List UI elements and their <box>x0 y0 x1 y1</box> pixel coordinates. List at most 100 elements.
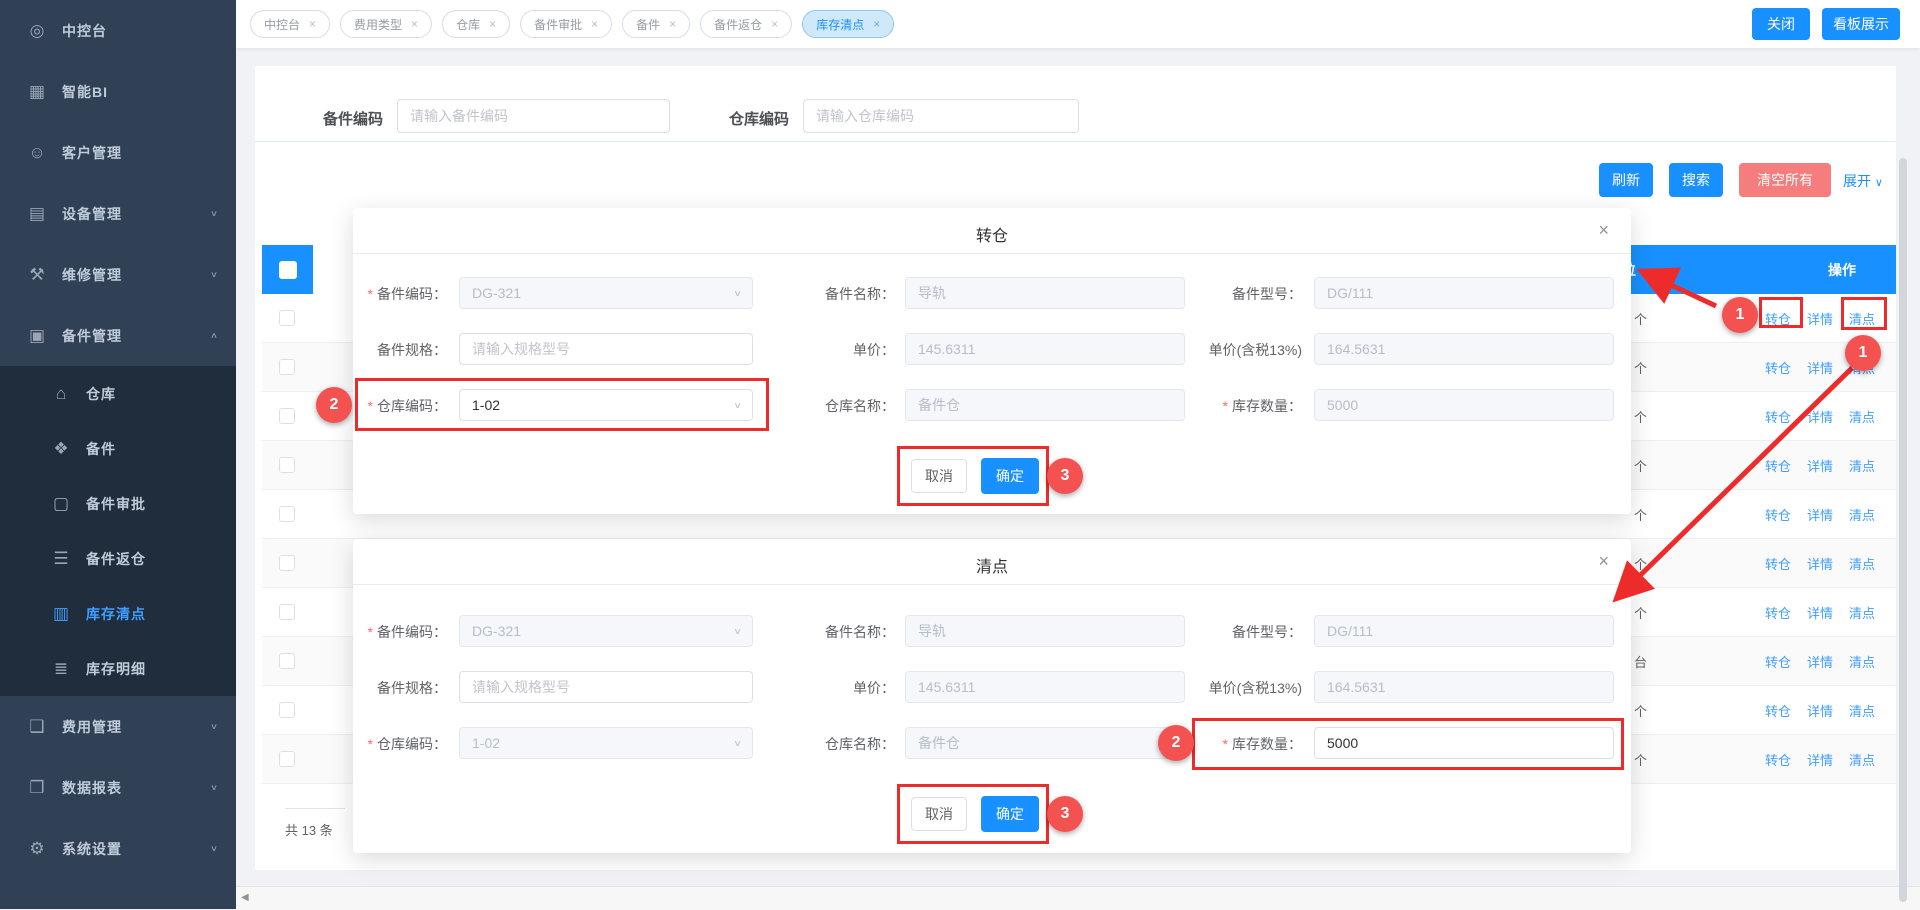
cell-unit: 个 <box>1634 407 1647 426</box>
count-link[interactable]: 清点 <box>1849 309 1875 328</box>
select-all-checkbox[interactable] <box>279 261 297 279</box>
devices-icon: ▤ <box>26 204 48 224</box>
tab-close-icon[interactable]: × <box>669 17 676 31</box>
close-icon[interactable]: × <box>1598 220 1609 241</box>
field-stock-qty-input[interactable]: 5000 <box>1314 727 1614 759</box>
row-checkbox[interactable] <box>279 310 295 326</box>
row-checkbox[interactable] <box>279 555 295 571</box>
refresh-button[interactable]: 刷新 <box>1599 163 1653 197</box>
detail-link[interactable]: 详情 <box>1807 309 1833 328</box>
count-link[interactable]: 清点 <box>1849 407 1875 426</box>
transfer-link[interactable]: 转仓 <box>1765 603 1791 622</box>
detail-link[interactable]: 详情 <box>1807 456 1833 475</box>
sidebar-item-reports[interactable]: ❒数据报表∨ <box>0 757 236 818</box>
sidebar-item-settings[interactable]: ⚙系统设置∨ <box>0 818 236 879</box>
detail-link[interactable]: 详情 <box>1807 554 1833 573</box>
sidebar-item-expenses[interactable]: ❑费用管理∨ <box>0 696 236 757</box>
transfer-link[interactable]: 转仓 <box>1765 554 1791 573</box>
console-icon: ◎ <box>26 21 48 41</box>
sidebar-item-spare-parts[interactable]: ▣备件管理∧ <box>0 305 236 366</box>
count-link[interactable]: 清点 <box>1849 554 1875 573</box>
required-icon: * <box>368 398 373 414</box>
search-button[interactable]: 搜索 <box>1669 163 1723 197</box>
sidebar-item-stock-count[interactable]: ▥库存清点 <box>0 586 236 641</box>
transfer-cancel-button[interactable]: 取消 <box>911 459 967 493</box>
scroll-left-arrow-icon[interactable]: ◀ <box>241 892 249 903</box>
tab-expense-type[interactable]: 费用类型× <box>340 10 432 38</box>
sidebar-item-parts-return[interactable]: ☰备件返仓 <box>0 531 236 586</box>
field-label-unit-price: 单价： <box>695 678 895 698</box>
board-display-button[interactable]: 看板展示 <box>1822 8 1900 40</box>
tab-parts[interactable]: 备件× <box>622 10 690 38</box>
count-link[interactable]: 清点 <box>1849 456 1875 475</box>
required-icon: * <box>368 736 373 752</box>
sidebar-item-smart-bi[interactable]: ▦智能BI <box>0 61 236 122</box>
part-code-input[interactable] <box>397 99 670 133</box>
field-label-part-name: 备件名称： <box>695 622 895 642</box>
tab-parts-return[interactable]: 备件返仓× <box>700 10 792 38</box>
tab-close-icon[interactable]: × <box>591 17 598 31</box>
tab-console[interactable]: 中控台× <box>250 10 330 38</box>
chevron-down-icon: ∨ <box>1875 177 1883 189</box>
row-checkbox[interactable] <box>279 702 295 718</box>
transfer-link[interactable]: 转仓 <box>1765 750 1791 769</box>
warehouse-code-input[interactable] <box>803 99 1079 133</box>
tab-label: 仓库 <box>456 16 480 33</box>
field-label-warehouse-name: 仓库名称： <box>695 734 895 754</box>
count-link[interactable]: 清点 <box>1849 750 1875 769</box>
row-checkbox[interactable] <box>279 506 295 522</box>
count-ok-button[interactable]: 确定 <box>981 796 1039 832</box>
count-link[interactable]: 清点 <box>1849 358 1875 377</box>
tab-parts-approval[interactable]: 备件审批× <box>520 10 612 38</box>
close-icon[interactable]: × <box>1598 551 1609 572</box>
count-cancel-button[interactable]: 取消 <box>911 797 967 831</box>
transfer-link[interactable]: 转仓 <box>1765 456 1791 475</box>
tab-close-icon[interactable]: × <box>771 17 778 31</box>
row-checkbox[interactable] <box>279 359 295 375</box>
transfer-link[interactable]: 转仓 <box>1765 309 1791 328</box>
detail-link[interactable]: 详情 <box>1807 750 1833 769</box>
tab-close-icon[interactable]: × <box>309 17 316 31</box>
close-button[interactable]: 关闭 <box>1752 8 1810 40</box>
tab-close-icon[interactable]: × <box>411 17 418 31</box>
tab-close-icon[interactable]: × <box>873 17 880 31</box>
tab-warehouse[interactable]: 仓库 × <box>442 10 510 38</box>
detail-link[interactable]: 详情 <box>1807 701 1833 720</box>
sidebar-item-warehouse[interactable]: ⌂仓库 <box>0 366 236 421</box>
count-link[interactable]: 清点 <box>1849 701 1875 720</box>
expand-toggle[interactable]: 展开 ∨ <box>1843 171 1883 191</box>
row-checkbox[interactable] <box>279 457 295 473</box>
count-link[interactable]: 清点 <box>1849 505 1875 524</box>
transfer-modal-title: 转仓 <box>353 222 1631 246</box>
row-checkbox[interactable] <box>279 604 295 620</box>
sidebar-item-parts[interactable]: ❖备件 <box>0 421 236 476</box>
transfer-ok-button[interactable]: 确定 <box>981 458 1039 494</box>
vertical-scrollbar[interactable] <box>1899 158 1907 902</box>
sidebar-item-repair[interactable]: ⚒维修管理∨ <box>0 244 236 305</box>
cell-unit: 个 <box>1634 358 1647 377</box>
transfer-link[interactable]: 转仓 <box>1765 652 1791 671</box>
detail-link[interactable]: 详情 <box>1807 407 1833 426</box>
transfer-link[interactable]: 转仓 <box>1765 505 1791 524</box>
sidebar-item-customers[interactable]: ☺客户管理 <box>0 122 236 183</box>
detail-link[interactable]: 详情 <box>1807 652 1833 671</box>
row-checkbox[interactable] <box>279 653 295 669</box>
tab-close-icon[interactable]: × <box>489 17 496 31</box>
transfer-link[interactable]: 转仓 <box>1765 407 1791 426</box>
sidebar-item-console[interactable]: ◎中控台 <box>0 0 236 61</box>
settings-icon: ⚙ <box>26 839 48 859</box>
horizontal-scrollbar[interactable]: ◀ <box>236 886 1920 910</box>
sidebar-item-stock-detail[interactable]: ≣库存明细 <box>0 641 236 696</box>
transfer-link[interactable]: 转仓 <box>1765 701 1791 720</box>
tab-stock-count[interactable]: 库存清点× <box>802 10 894 38</box>
clear-all-button[interactable]: 清空所有 <box>1739 163 1831 197</box>
count-link[interactable]: 清点 <box>1849 652 1875 671</box>
sidebar-item-parts-approval[interactable]: ▢备件审批 <box>0 476 236 531</box>
detail-link[interactable]: 详情 <box>1807 505 1833 524</box>
detail-link[interactable]: 详情 <box>1807 603 1833 622</box>
sidebar-item-devices[interactable]: ▤设备管理∨ <box>0 183 236 244</box>
transfer-link[interactable]: 转仓 <box>1765 358 1791 377</box>
modal-divider <box>353 253 1631 254</box>
count-link[interactable]: 清点 <box>1849 603 1875 622</box>
detail-link[interactable]: 详情 <box>1807 358 1833 377</box>
